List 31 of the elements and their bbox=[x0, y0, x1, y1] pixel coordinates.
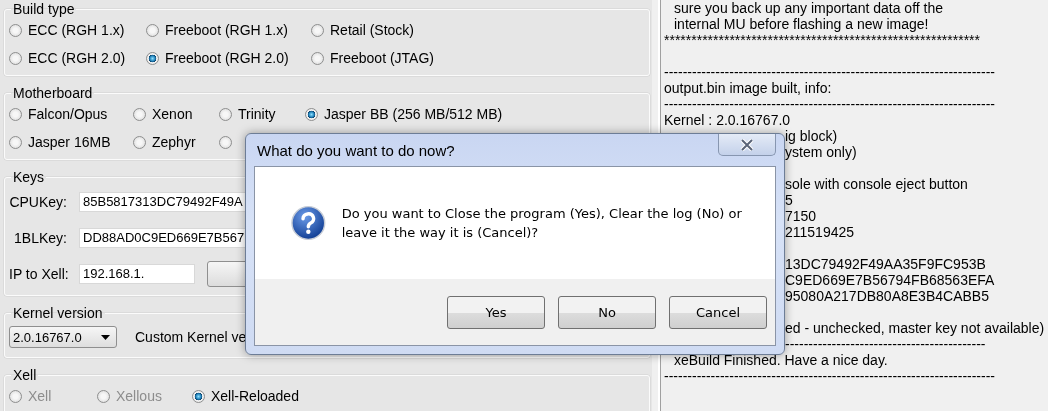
log-line: ----------------------------------------------------------------------- bbox=[664, 96, 995, 112]
log-line: 5 bbox=[785, 192, 793, 208]
log-line: ed - unchecked, master key not available) bbox=[785, 320, 1045, 336]
log-line: C9ED669E7B56794FB68563EFA bbox=[785, 272, 995, 288]
log-line: ********************************************************** bbox=[664, 32, 980, 48]
group-title: Build type bbox=[12, 2, 76, 16]
dialog-title: What do you want to do now? bbox=[256, 141, 455, 159]
log-line: xeBuild Finished. Have a nice day. bbox=[674, 352, 888, 368]
group-title: Kernel version bbox=[12, 306, 104, 320]
group-title: Xell bbox=[12, 368, 38, 382]
log-line: ----------------------------------------------------------------------- bbox=[664, 64, 995, 80]
log-line: 95080A217DB80A8E3B4CABB5 bbox=[785, 288, 989, 304]
log-line: Kernel : 2.0.16767.0 bbox=[664, 112, 791, 128]
group-title: Keys bbox=[12, 170, 46, 184]
log-line: 13DC79492F49AA35F9FC953B bbox=[785, 256, 986, 272]
log-line: ----------------------------------------------------------------------- bbox=[664, 368, 995, 384]
field-label: IP to Xell: bbox=[9, 266, 67, 282]
log-line: ig block) bbox=[785, 128, 838, 144]
log-line: internal MU before flashing a new image! bbox=[674, 16, 929, 32]
log-line: 211519425 bbox=[785, 224, 855, 240]
dialog-message: Do you want to Close the program (Yes), Clear the log (No) or leave it the way it is (Cancel)? bbox=[341, 205, 743, 242]
group-title: Motherboard bbox=[12, 86, 94, 100]
log-line: sure you back up any important data off the bbox=[674, 0, 944, 16]
field-label: 1BLKey: bbox=[13, 230, 67, 246]
log-line: sole with console eject button bbox=[785, 176, 968, 192]
log-line: ystem only) bbox=[785, 144, 857, 160]
log-line: output.bin image built, info: bbox=[664, 80, 832, 96]
log-line: ------------------------------------------- bbox=[785, 336, 986, 352]
field-label: Custom Kernel ve bbox=[135, 329, 247, 345]
field-label: CPUKey: bbox=[9, 194, 67, 210]
log-line: 7150 bbox=[785, 208, 817, 224]
